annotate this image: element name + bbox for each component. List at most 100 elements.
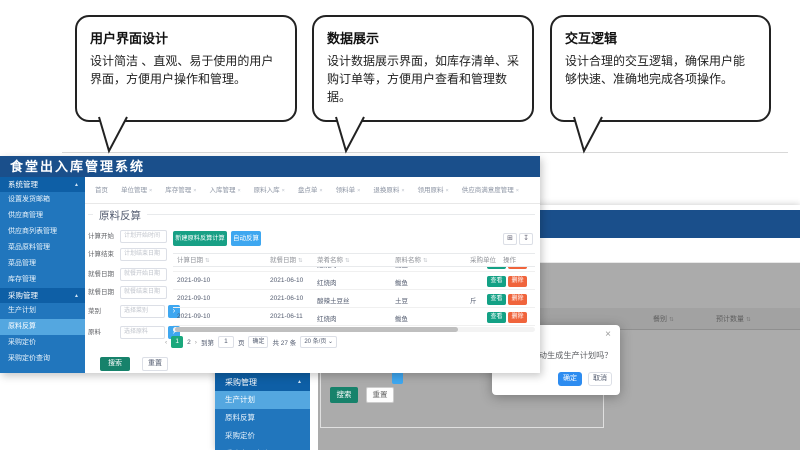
prev-page-icon[interactable]: ‹ <box>165 339 167 346</box>
tab-close-icon[interactable]: × <box>401 188 404 194</box>
screenshot-canvas: 用户界面设计 设计简洁 、直观、易于使用的用户界面，方便用户操作和管理。 数据展… <box>0 0 800 450</box>
sidebar-item-material-calc[interactable]: 原料反算 <box>215 409 310 427</box>
delete-button[interactable]: 删除 <box>508 293 527 305</box>
tab-close-icon[interactable]: × <box>446 188 449 194</box>
sidebar-item-purchase-pricing-query[interactable]: 采购定价查询 <box>215 445 310 450</box>
sidebar-item-production-plan[interactable]: 生产计划 <box>215 391 310 409</box>
tab-requisition[interactable]: 领料单 × <box>336 184 361 194</box>
tab-bar: 首页 单位管理 × 库存管理 × 入库管理 × 原料入库 × 盘点单 × 领料单 × 退换原… <box>95 184 534 194</box>
callout-body: 设计简洁 、直观、易于使用的用户界面，方便用户操作和管理。 <box>90 54 274 86</box>
select-material[interactable]: 选择原料 <box>120 326 165 339</box>
sidebar-item-purchase-pricing[interactable]: 采购定价 <box>215 427 310 445</box>
new-calc-button[interactable]: 新建原料反算计算 <box>173 231 227 246</box>
sidebar-item-dish-material[interactable]: 菜品原料管理 <box>0 240 85 256</box>
field-label: 原料 <box>88 329 101 336</box>
sidebar-item-material-calc[interactable]: 原料反算 <box>0 319 85 335</box>
callout-interaction-logic: 交互逻辑 设计合理的交互逻辑，确保用户能够快速、准确地完成各项操作。 <box>550 15 771 154</box>
sidebar-item-supplier-mgmt[interactable]: 供应商管理 <box>0 208 85 224</box>
table-zone: 新建原料反算计算 自动反算 ⊞ ↧ 计算日期 ⇅ 就餐日期 ⇅ 菜肴名称 ⇅ 原… <box>165 231 535 371</box>
bubble-tail-icon <box>335 116 365 154</box>
column-header-meal-date: 就餐日期 ⇅ <box>270 257 303 264</box>
tab-close-icon[interactable]: × <box>357 188 360 194</box>
date-input-meal-end[interactable]: 就餐结束日期 <box>120 286 167 299</box>
sidebar-section-label: 系统管理 <box>8 180 38 189</box>
sidebar-item-purchase-pricing-query[interactable]: 采购定价查询 <box>0 351 85 367</box>
sort-icon[interactable]: ⇅ <box>205 258 210 264</box>
divider <box>85 203 540 204</box>
goto-confirm-button[interactable]: 确定 <box>248 336 269 348</box>
tab-supplier-satisfaction[interactable]: 供应商满意度管理 × <box>462 184 519 194</box>
page-number-input[interactable]: 1 <box>217 336 234 348</box>
reset-button[interactable]: 重置 <box>142 357 168 371</box>
collapse-icon: ▲ <box>297 379 302 385</box>
sidebar-item-production-plan[interactable]: 生产计划 <box>0 303 85 319</box>
tab-close-icon[interactable]: × <box>516 188 519 194</box>
view-button[interactable]: 查看 <box>487 275 506 287</box>
sidebar-item-purchase-pricing[interactable]: 采购定价 <box>0 335 85 351</box>
date-input-calc-start[interactable]: 计划开始时间 <box>120 230 167 243</box>
sidebar-item-supplier-list[interactable]: 供应商列表管理 <box>0 224 85 240</box>
tab-used-material[interactable]: 领用原料 × <box>418 184 449 194</box>
tab-return-material[interactable]: 退换原料 × <box>373 184 404 194</box>
page-size-select[interactable]: 20 条/页 ⌄ <box>300 336 338 348</box>
tab-close-icon[interactable]: × <box>149 188 152 194</box>
next-page-icon[interactable]: › <box>195 339 197 346</box>
tab-unit-mgmt[interactable]: 单位管理 × <box>121 184 152 194</box>
tab-inventory-check[interactable]: 盘点单 × <box>298 184 323 194</box>
field-label: 就餐日期 <box>88 289 114 296</box>
page-1-button[interactable]: 1 <box>171 336 184 348</box>
column-header-dish-name: 菜肴名称 ⇅ <box>317 257 350 264</box>
dialog-ok-button[interactable]: 确定 <box>558 372 582 386</box>
table-header-row: 计算日期 ⇅ 就餐日期 ⇅ 菜肴名称 ⇅ 原料名称 ⇅ 采购单位 操作 <box>173 253 535 267</box>
sidebar-item-stock-mgmt[interactable]: 库存管理 <box>0 272 85 288</box>
delete-button[interactable]: 删除 <box>508 275 527 287</box>
collapse-icon: ▲ <box>74 292 79 299</box>
sort-icon[interactable]: ⇅ <box>298 258 303 264</box>
scrollbar-thumb[interactable] <box>175 327 458 332</box>
sidebar-section-purchase[interactable]: 采购管理 ▲ <box>0 288 85 303</box>
sidebar-section-label: 采购管理 <box>8 291 38 300</box>
search-button[interactable]: 搜索 <box>100 357 130 371</box>
date-input-meal-start[interactable]: 就餐开始日期 <box>120 268 167 281</box>
field-label: 计算开始 <box>88 233 114 240</box>
dialog-cancel-button[interactable]: 取消 <box>588 372 612 386</box>
sidebar-section-system[interactable]: 系统管理 ▲ <box>0 177 85 192</box>
callout-title: 交互逻辑 <box>565 31 618 46</box>
main-panel: 首页 单位管理 × 库存管理 × 入库管理 × 原料入库 × 盘点单 × 领料单 × 退换原… <box>85 177 540 373</box>
grid-icon[interactable]: ⊞ <box>503 233 517 245</box>
sidebar-item-ship-mail[interactable]: 设置发货邮箱 <box>0 192 85 208</box>
table-row: 2021-09-10 2021-06-10 酸辣土豆丝 土豆 斤 查看 删除 <box>173 290 535 308</box>
sort-icon[interactable]: ⇅ <box>345 258 350 264</box>
tab-home[interactable]: 首页 <box>95 184 108 194</box>
tab-close-icon[interactable]: × <box>282 188 285 194</box>
tab-inbound-mgmt[interactable]: 入库管理 × <box>209 184 240 194</box>
sidebar-item-dish-mgmt[interactable]: 菜品管理 <box>0 256 85 272</box>
page-2-button[interactable]: 2 <box>187 339 191 346</box>
total-count-label: 共 27 条 <box>272 340 297 347</box>
tab-close-icon[interactable]: × <box>193 188 196 194</box>
reset-button[interactable]: 重置 <box>366 387 394 403</box>
search-button[interactable]: 搜索 <box>330 387 358 403</box>
tab-close-icon[interactable]: × <box>237 188 240 194</box>
app-titlebar: 食堂出入库管理系统 <box>0 156 540 177</box>
select-dish-type[interactable]: 选择菜别 <box>120 305 165 318</box>
export-icon[interactable]: ↧ <box>519 233 533 245</box>
table-row: 2021-09-10 2021-06-11 红烧肉 鲅鱼 查看 删除 <box>173 308 535 326</box>
view-button[interactable]: 查看 <box>487 311 506 323</box>
field-label: 就餐日期 <box>88 271 114 278</box>
auto-calc-button[interactable]: 自动反算 <box>231 231 261 246</box>
sort-icon[interactable]: ⇅ <box>423 258 428 264</box>
close-icon[interactable]: × <box>605 329 611 340</box>
delete-button[interactable]: 删除 <box>508 267 527 269</box>
tab-close-icon[interactable]: × <box>319 188 322 194</box>
page-unit-label: 页 <box>237 340 245 347</box>
tab-material-inbound[interactable]: 原料入库 × <box>254 184 285 194</box>
horizontal-scrollbar[interactable] <box>173 327 535 332</box>
delete-button[interactable]: 删除 <box>508 311 527 323</box>
view-button[interactable]: 查看 <box>487 267 506 269</box>
sidebar-section-purchase[interactable]: 采购管理 ▲ <box>215 373 310 391</box>
window-material-calc: 食堂出入库管理系统 系统管理 ▲ 设置发货邮箱 供应商管理 供应商列表管理 菜品… <box>0 156 540 373</box>
view-button[interactable]: 查看 <box>487 293 506 305</box>
date-input-calc-end[interactable]: 计划结束日期 <box>120 248 167 261</box>
tab-stock-mgmt[interactable]: 库存管理 × <box>165 184 196 194</box>
